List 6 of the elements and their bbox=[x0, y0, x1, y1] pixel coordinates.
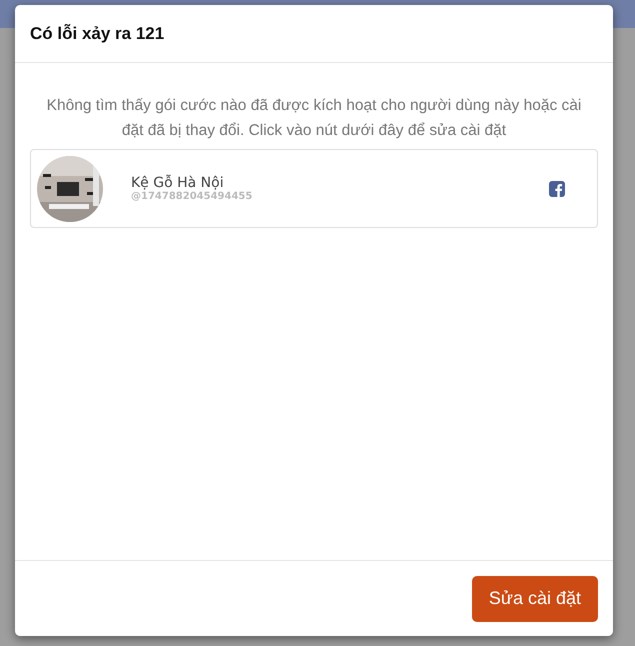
dialog-title: Có lỗi xảy ra 121 bbox=[30, 24, 164, 44]
account-id: @1747882045494455 bbox=[131, 191, 254, 202]
facebook-icon bbox=[549, 180, 565, 196]
account-name: Kệ Gỗ Hà Nội bbox=[131, 175, 225, 191]
fix-settings-button[interactable]: Sửa cài đặt bbox=[472, 576, 598, 622]
error-message: Không tìm thấy gói cước nào đã được kích hoạt cho người dùng này hoặc cài đặt đã bị thay đổi. Click vào nút dưới đây để sửa cài đặt bbox=[46, 96, 582, 141]
